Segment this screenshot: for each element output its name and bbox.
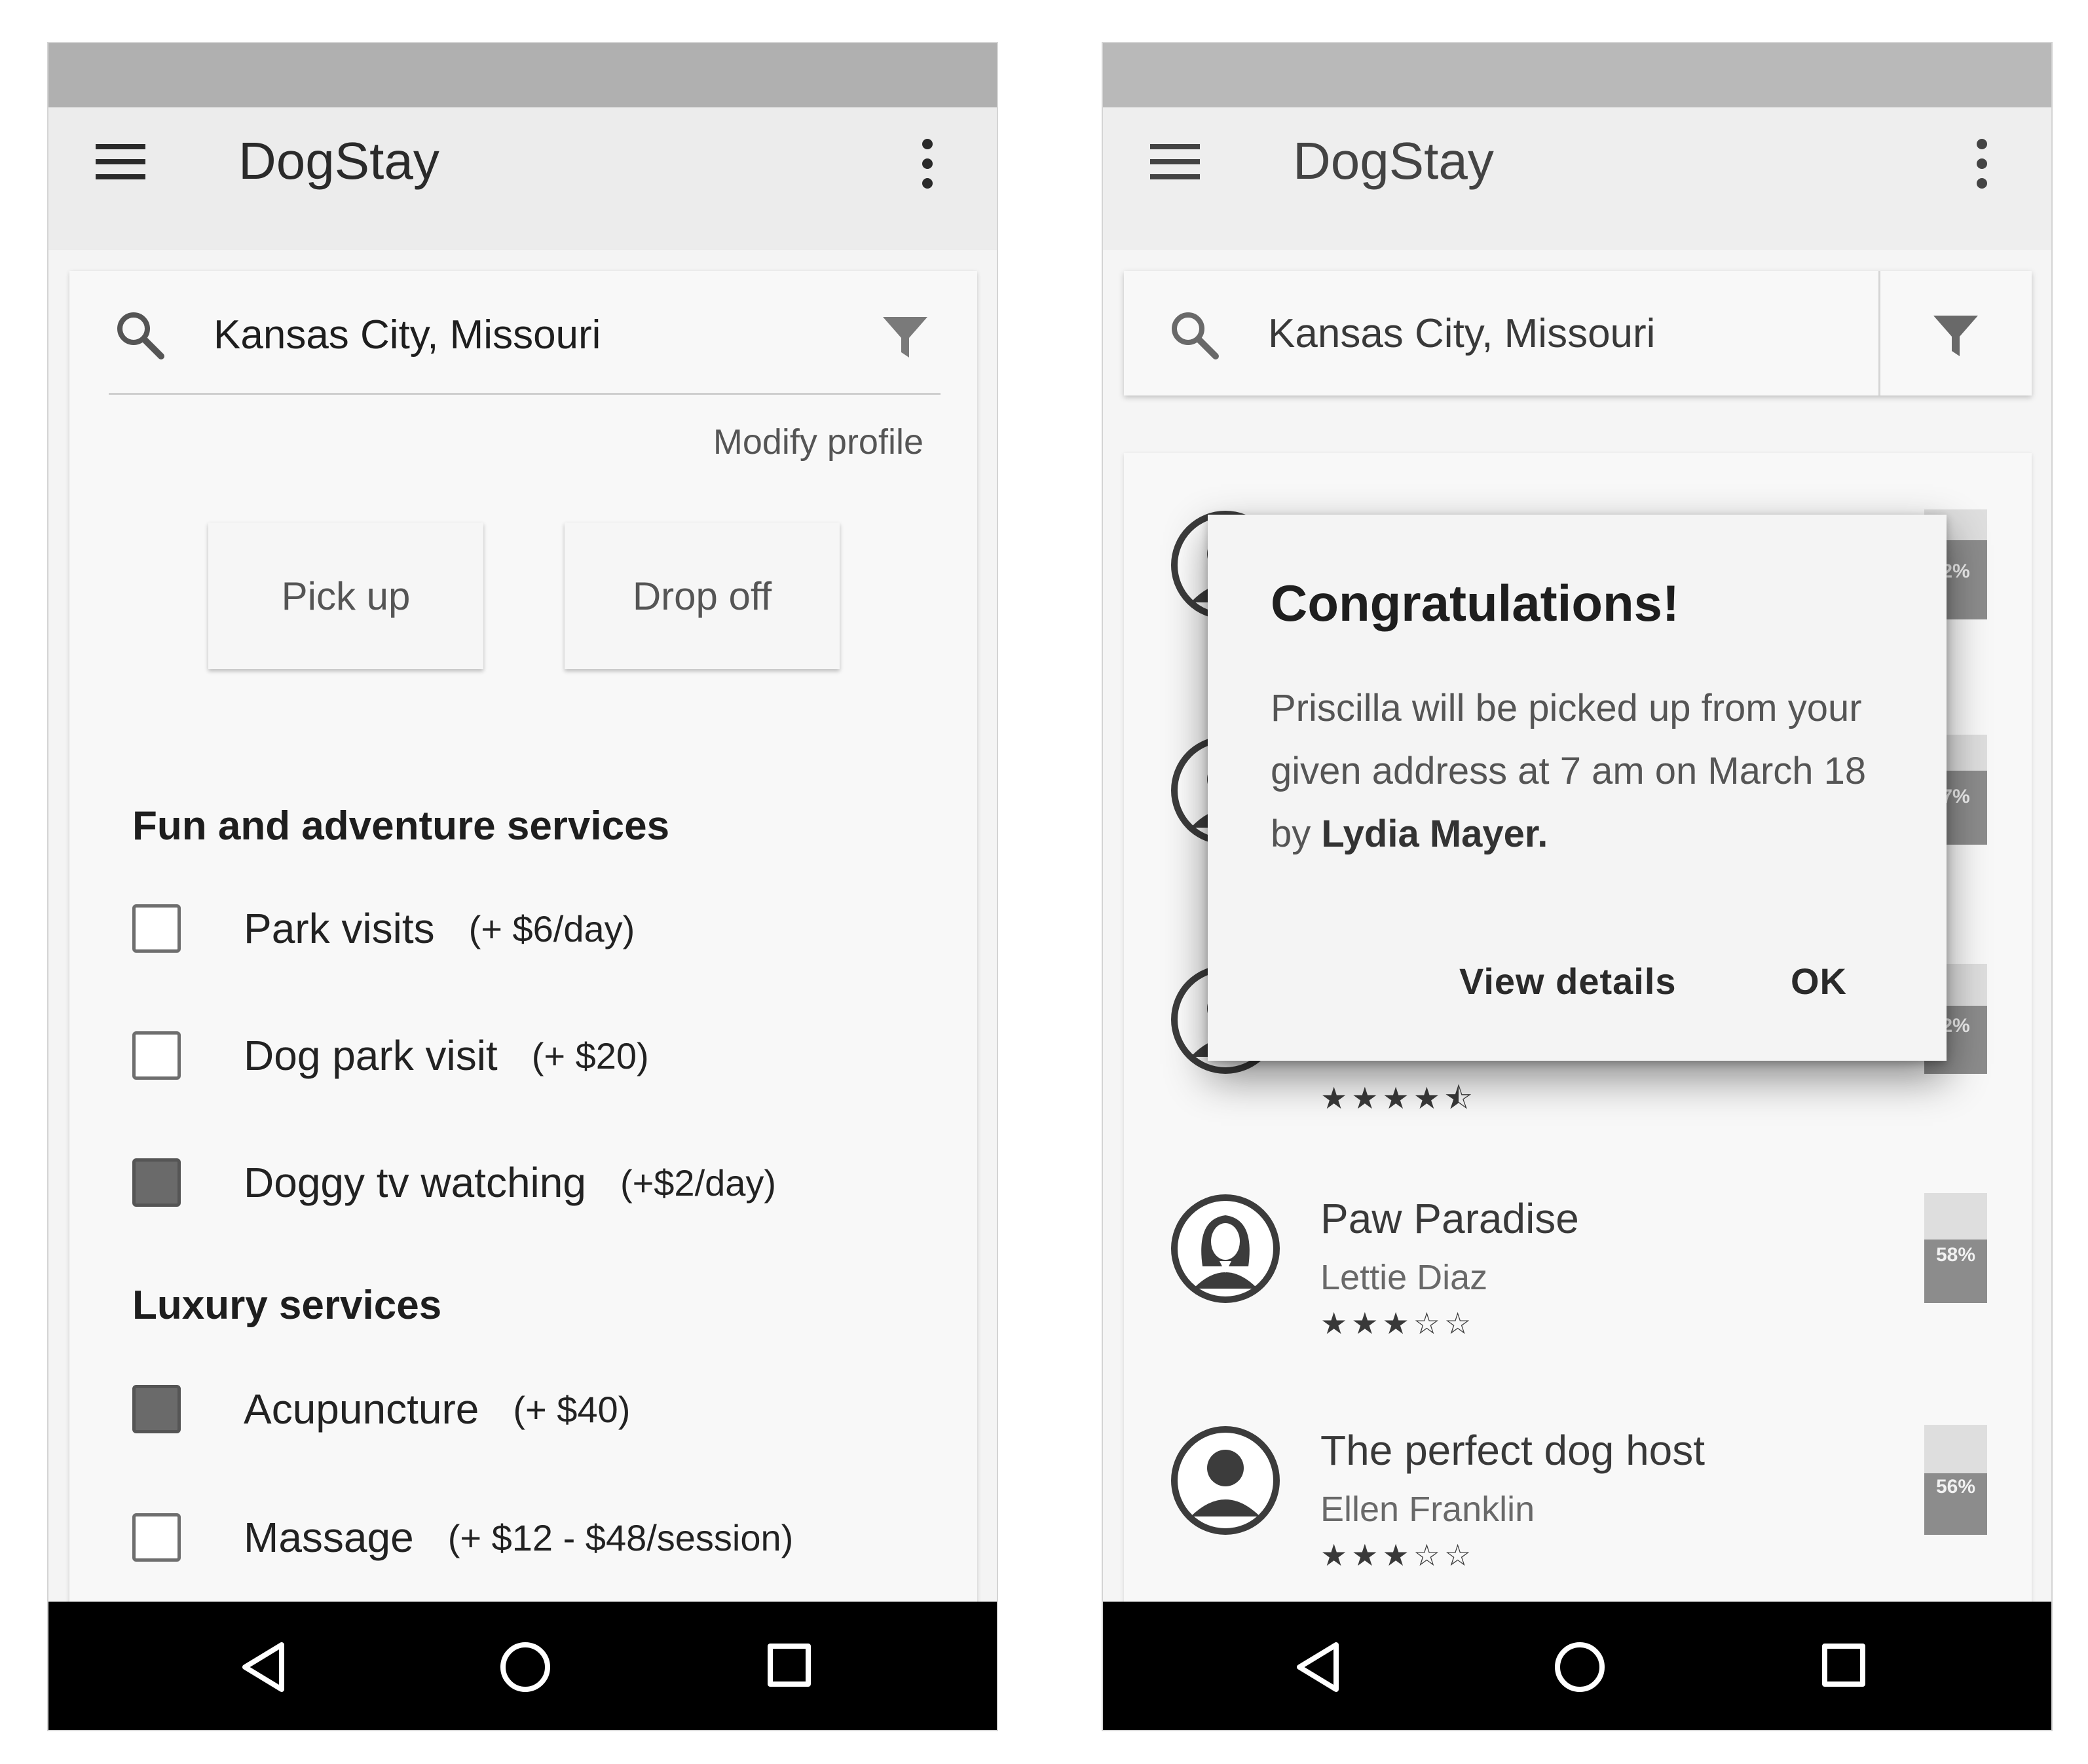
modify-profile-link[interactable]: Modify profile — [713, 422, 923, 462]
checkbox[interactable] — [132, 904, 181, 953]
option-label: Acupuncture — [244, 1386, 479, 1433]
option-label: Doggy tv watching — [244, 1159, 586, 1206]
phone-screen-services: DogStay Kansas City, Missouri Modify pro… — [48, 43, 997, 1730]
search-underline — [109, 393, 941, 395]
checkbox-checked[interactable] — [132, 1158, 181, 1207]
section-title-fun: Fun and adventure services — [132, 803, 670, 849]
pick-up-button[interactable]: Pick up — [208, 523, 483, 669]
app-bar — [48, 107, 997, 250]
back-triangle-icon[interactable] — [1293, 1641, 1345, 1693]
checkbox[interactable] — [132, 1513, 181, 1562]
checkbox[interactable] — [132, 1031, 181, 1080]
option-massage[interactable]: Massage (+ $12 - $48/session) — [132, 1511, 793, 1564]
ok-button[interactable]: OK — [1791, 960, 1847, 1002]
option-label: Dog park visit — [244, 1032, 498, 1079]
option-acupuncture[interactable]: Acupuncture (+ $40) — [132, 1383, 630, 1435]
search-icon — [117, 312, 164, 359]
back-triangle-icon[interactable] — [238, 1641, 291, 1693]
option-doggy-tv[interactable]: Doggy tv watching (+$2/day) — [132, 1156, 776, 1209]
home-circle-icon[interactable] — [1555, 1642, 1605, 1692]
phone-screen-confirmation: DogStay Kansas City, Missouri 2% 7% ★★★★… — [1103, 43, 2051, 1730]
section-title-luxury: Luxury services — [132, 1283, 442, 1328]
system-nav-bar — [1103, 1602, 2051, 1730]
confirmation-dialog: Congratulations! Priscilla will be picke… — [1208, 515, 1947, 1061]
search-input[interactable]: Kansas City, Missouri — [214, 312, 601, 358]
drop-off-button[interactable]: Drop off — [565, 523, 840, 669]
option-price: (+ $40) — [513, 1388, 631, 1430]
services-card: Kansas City, Missouri Modify profile Pic… — [69, 271, 977, 1607]
option-dog-park-visit[interactable]: Dog park visit (+ $20) — [132, 1029, 649, 1082]
dialog-message: Priscilla will be picked up from your gi… — [1271, 677, 1899, 866]
option-price: (+ $12 - $48/session) — [447, 1516, 794, 1558]
option-price: (+$2/day) — [620, 1162, 777, 1204]
status-bar — [48, 43, 997, 107]
option-park-visits[interactable]: Park visits (+ $6/day) — [132, 902, 635, 955]
option-price: (+ $6/day) — [468, 908, 635, 949]
home-circle-icon[interactable] — [500, 1642, 550, 1692]
view-details-button[interactable]: View details — [1459, 960, 1677, 1002]
more-options-icon[interactable] — [917, 139, 938, 191]
hamburger-menu-icon[interactable] — [96, 144, 148, 181]
system-nav-bar — [48, 1602, 997, 1730]
dialog-title: Congratulations! — [1271, 574, 1679, 632]
recent-square-icon[interactable] — [768, 1644, 811, 1687]
checkbox-checked[interactable] — [132, 1385, 181, 1433]
option-label: Massage — [244, 1514, 414, 1561]
app-title: DogStay — [238, 132, 439, 190]
option-price: (+ $20) — [531, 1035, 649, 1076]
filter-icon[interactable] — [880, 313, 930, 363]
search-bar[interactable]: Kansas City, Missouri — [69, 271, 977, 395]
option-label: Park visits — [244, 905, 435, 952]
dialog-host-name: Lydia Mayer. — [1321, 813, 1548, 855]
recent-square-icon[interactable] — [1822, 1644, 1865, 1687]
